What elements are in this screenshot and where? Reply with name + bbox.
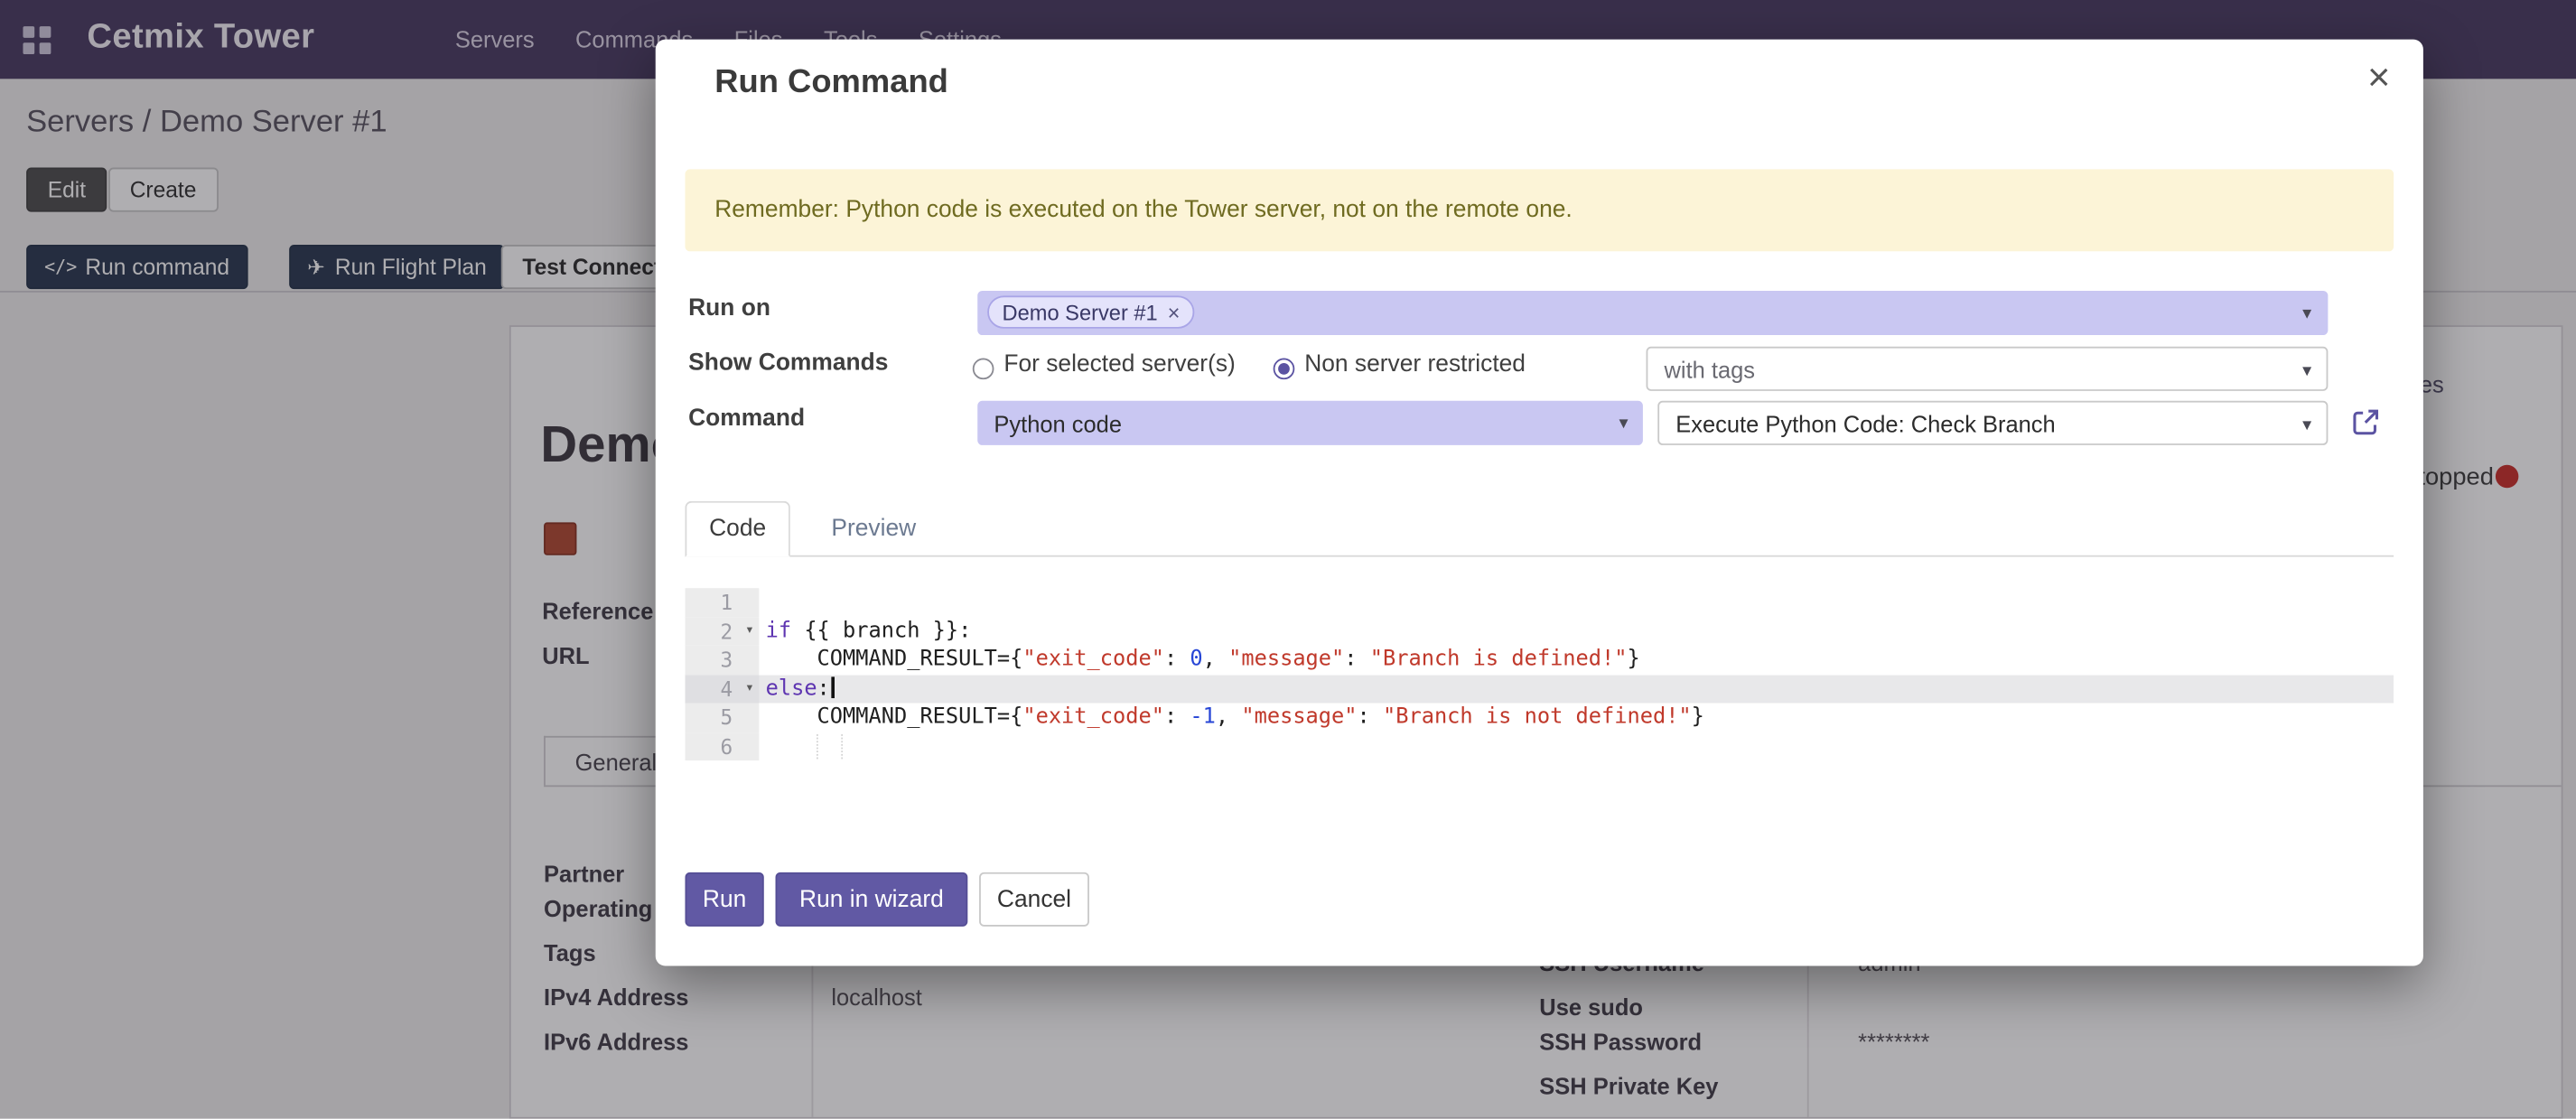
line-number: 6 (685, 732, 759, 760)
radio-for-selected-servers-label[interactable]: For selected server(s) (1003, 351, 1235, 378)
show-commands-label: Show Commands (688, 350, 888, 376)
code-line-6[interactable]: 6 (685, 732, 2394, 760)
code-line-4[interactable]: 4▾else: (685, 675, 2394, 704)
warning-alert: Remember: Python code is executed on the… (685, 169, 2394, 251)
code-editor[interactable]: 12▾if {{ branch }}:3 COMMAND_RESULT={"ex… (685, 588, 2394, 760)
indent-guide (841, 733, 843, 759)
run-in-wizard-button[interactable]: Run in wizard (776, 872, 968, 927)
command-type-select[interactable]: Python code ▾ (977, 401, 1643, 445)
code-line-2[interactable]: 2▾if {{ branch }}: (685, 617, 2394, 646)
radio-non-server-restricted-label[interactable]: Non server restricted (1304, 351, 1526, 378)
run-on-label: Run on (688, 295, 770, 322)
screen: Cetmix Tower ServersCommandsFilesToolsSe… (0, 0, 2576, 1119)
line-number: 4▾ (685, 675, 759, 704)
text-cursor (832, 676, 835, 697)
code-text: COMMAND_RESULT={"exit_code": -1, "messag… (766, 703, 1704, 732)
close-icon[interactable]: × (2361, 52, 2397, 105)
modal-title: Run Command (714, 64, 948, 102)
code-line-5[interactable]: 5 COMMAND_RESULT={"exit_code": -1, "mess… (685, 703, 2394, 732)
server-tag-label: Demo Server #1 (1003, 300, 1158, 324)
code-text: else: (766, 675, 835, 704)
code-line-1[interactable]: 1 (685, 588, 2394, 617)
cancel-button[interactable]: Cancel (979, 872, 1089, 927)
with-tags-select[interactable]: with tags ▾ (1647, 347, 2329, 391)
command-label: Command (688, 406, 805, 432)
line-number: 1 (685, 588, 759, 617)
line-number: 2▾ (685, 617, 759, 646)
radio-for-selected-servers[interactable] (973, 359, 994, 380)
command-select[interactable]: Execute Python Code: Check Branch ▾ (1657, 401, 2328, 445)
command-type-value: Python code (994, 410, 1122, 436)
run-button[interactable]: Run (685, 872, 763, 927)
external-link-icon[interactable] (2351, 407, 2381, 437)
run-on-field[interactable]: Demo Server #1 × ▾ (977, 291, 2328, 335)
server-tag-chip[interactable]: Demo Server #1 × (987, 295, 1195, 328)
fold-icon[interactable]: ▾ (745, 675, 754, 704)
radio-non-server-restricted[interactable] (1274, 359, 1295, 380)
remove-tag-icon[interactable]: × (1168, 302, 1181, 323)
fold-icon[interactable]: ▾ (745, 617, 754, 646)
run-command-modal: Run Command × Remember: Python code is e… (656, 40, 2423, 966)
tab-preview[interactable]: Preview (815, 501, 932, 557)
command-value: Execute Python Code: Check Branch (1675, 410, 2055, 436)
tab-underline (685, 555, 2394, 557)
code-line-3[interactable]: 3 COMMAND_RESULT={"exit_code": 0, "messa… (685, 646, 2394, 675)
with-tags-placeholder: with tags (1665, 356, 1755, 382)
line-number: 3 (685, 646, 759, 675)
tab-code[interactable]: Code (685, 501, 789, 557)
chevron-down-icon[interactable]: ▾ (2302, 303, 2311, 324)
code-text: if {{ branch }}: (766, 617, 972, 646)
chevron-down-icon: ▾ (2302, 414, 2311, 435)
code-text: COMMAND_RESULT={"exit_code": 0, "message… (766, 646, 1640, 675)
chevron-down-icon: ▾ (2302, 359, 2311, 381)
indent-guide (817, 733, 818, 759)
chevron-down-icon: ▾ (1619, 413, 1628, 434)
line-number: 5 (685, 703, 759, 732)
